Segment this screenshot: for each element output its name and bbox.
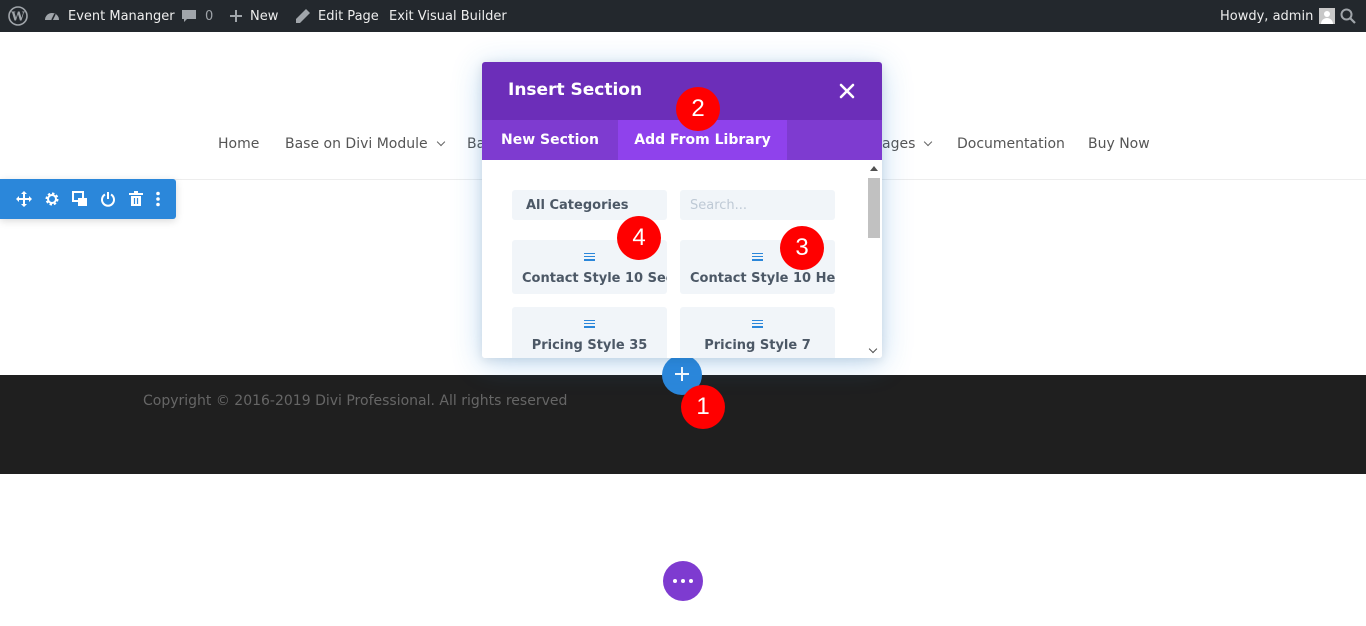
user-greeting: Howdy, admin xyxy=(1220,8,1314,24)
avatar xyxy=(1319,8,1336,24)
scroll-down-icon[interactable] xyxy=(868,344,878,354)
callout-1: 1 xyxy=(681,385,725,429)
plus-icon xyxy=(675,366,689,385)
modal-title: Insert Section xyxy=(508,80,643,100)
close-button[interactable] xyxy=(838,82,856,100)
library-item-name: Pricing Style 35 xyxy=(531,338,648,353)
nav-item-label: Home xyxy=(218,136,260,152)
nav-item-home[interactable]: Home xyxy=(218,134,259,154)
nav-item-buy-now[interactable]: Buy Now xyxy=(1088,134,1150,154)
nav-item-pages[interactable]: ages xyxy=(882,134,933,154)
site-name-link[interactable]: Event Mananger xyxy=(43,0,175,32)
svg-text:W: W xyxy=(10,10,25,24)
nav-item-base-on-divi-module[interactable]: Base on Divi Module xyxy=(285,134,445,154)
more-dot xyxy=(689,579,693,583)
library-item[interactable]: Pricing Style 7 xyxy=(680,307,835,358)
layout-icon xyxy=(584,320,595,328)
wordpress-logo-button[interactable]: W xyxy=(8,0,28,32)
library-item[interactable]: Pricing Style 35 xyxy=(512,307,667,358)
plus-icon xyxy=(229,9,243,23)
chevron-down-icon xyxy=(924,137,933,147)
nav-item-documentation[interactable]: Documentation xyxy=(957,134,1065,154)
layout-icon xyxy=(752,253,763,261)
close-icon xyxy=(839,83,855,99)
more-dot xyxy=(673,579,677,583)
layout-icon xyxy=(752,320,763,328)
search-icon xyxy=(1340,8,1356,24)
library-panel: All Categories Contact Style 10 Section … xyxy=(482,160,882,358)
library-item-name: Pricing Style 7 xyxy=(704,338,811,353)
trash-icon[interactable] xyxy=(127,190,145,208)
user-account-menu[interactable]: Howdy, admin xyxy=(1220,0,1336,32)
new-content-button[interactable]: New xyxy=(229,0,278,32)
layout-icon xyxy=(584,253,595,261)
tab-label: New Section xyxy=(501,132,599,148)
pencil-icon xyxy=(295,8,311,24)
nav-item-label: Buy Now xyxy=(1088,136,1150,152)
comment-icon xyxy=(181,8,197,24)
new-label: New xyxy=(250,8,279,24)
section-settings-toolbar xyxy=(0,179,176,219)
edit-page-link[interactable]: Edit Page xyxy=(295,0,379,32)
callout-3: 3 xyxy=(780,226,824,270)
more-icon[interactable] xyxy=(149,190,167,208)
move-icon[interactable] xyxy=(15,190,33,208)
library-search-input[interactable] xyxy=(680,190,835,220)
tab-label: Add From Library xyxy=(634,132,771,148)
dashboard-icon xyxy=(43,7,61,25)
exit-visual-builder-link[interactable]: Exit Visual Builder xyxy=(389,0,507,32)
scroll-thumb[interactable] xyxy=(868,178,880,238)
callout-4: 4 xyxy=(617,216,661,260)
callout-2: 2 xyxy=(676,87,720,131)
library-item-name: Contact Style 10 Heading xyxy=(690,271,835,286)
nav-item-label: Documentation xyxy=(957,136,1065,152)
wp-admin-bar: W Event Mananger 0 New Edit Page Exit Vi… xyxy=(0,0,1366,32)
duplicate-icon[interactable] xyxy=(71,190,89,208)
nav-item-label: ages xyxy=(882,136,916,152)
power-icon[interactable] xyxy=(99,190,117,208)
comments-link[interactable]: 0 xyxy=(181,0,213,32)
category-select[interactable]: All Categories xyxy=(512,190,667,220)
chevron-down-icon xyxy=(436,137,445,147)
modal-tabs: New Section Add From Library xyxy=(482,120,882,160)
nav-item-label: Base on Divi Module xyxy=(285,136,428,152)
library-item-name: Contact Style 10 Section xyxy=(522,271,667,286)
scroll-up-icon[interactable] xyxy=(870,166,878,171)
comments-count: 0 xyxy=(205,8,214,24)
page-settings-button[interactable] xyxy=(663,561,703,601)
wordpress-icon: W xyxy=(8,6,28,26)
category-select-value: All Categories xyxy=(526,197,629,213)
footer-copyright: Copyright © 2016-2019 Divi Professional.… xyxy=(143,393,568,409)
site-name-label: Event Mananger xyxy=(68,8,175,24)
edit-page-label: Edit Page xyxy=(318,8,379,24)
more-dot xyxy=(681,579,685,583)
search-button[interactable] xyxy=(1340,0,1356,32)
gear-icon[interactable] xyxy=(43,190,61,208)
exit-visual-builder-label: Exit Visual Builder xyxy=(389,8,507,24)
tab-new-section[interactable]: New Section xyxy=(482,120,618,160)
scrollbar[interactable] xyxy=(866,160,882,358)
